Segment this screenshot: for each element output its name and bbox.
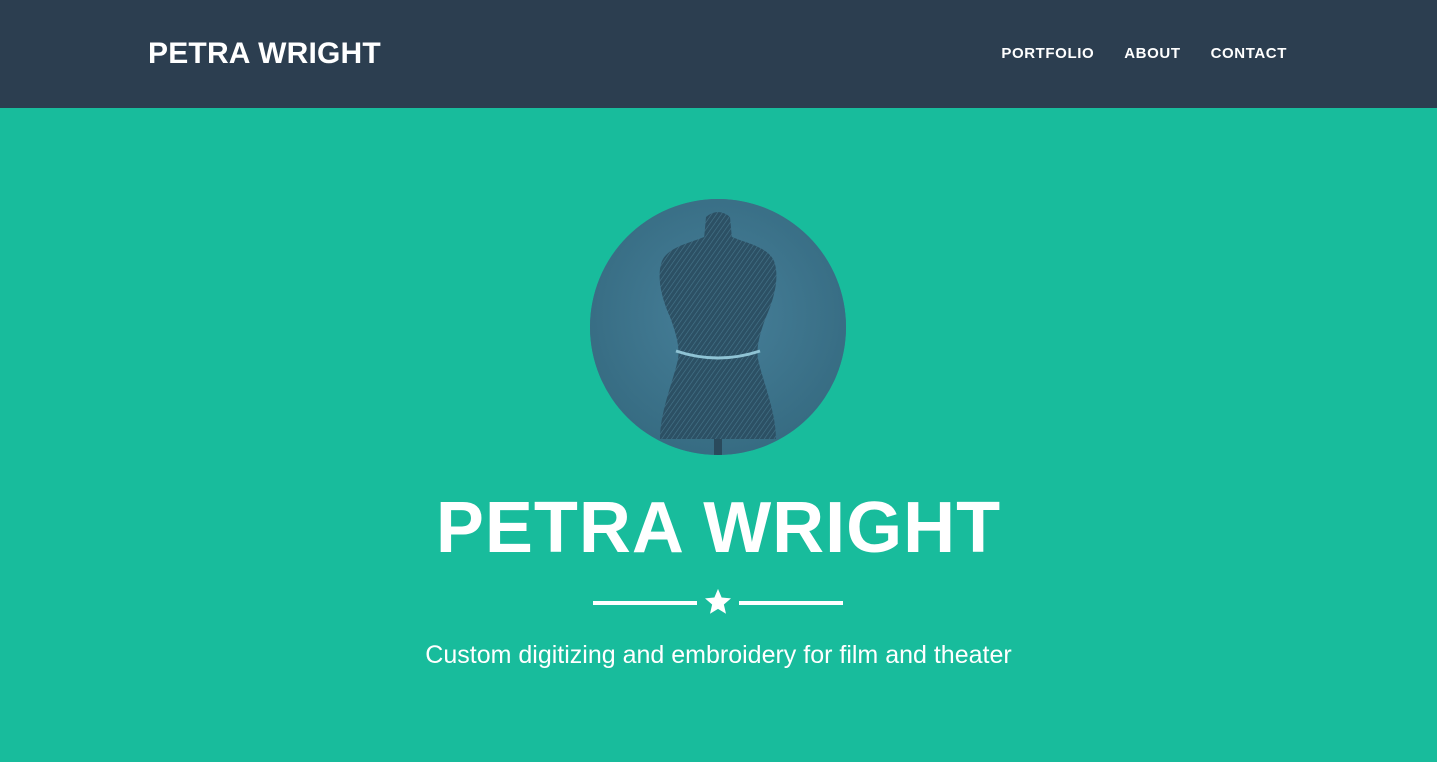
nav-link-portfolio[interactable]: PORTFOLIO [1001, 44, 1094, 64]
divider-line-left [593, 601, 697, 605]
hero-tagline: Custom digitizing and embroidery for fil… [425, 641, 1012, 669]
nav-link-contact[interactable]: CONTACT [1211, 44, 1287, 64]
star-divider [593, 585, 843, 619]
dress-form-icon [590, 199, 846, 455]
divider-line-right [739, 601, 843, 605]
hero-title: PETRA WRIGHT [435, 488, 1002, 568]
navbar: PETRA WRIGHT PORTFOLIO ABOUT CONTACT [0, 0, 1437, 108]
brand-link[interactable]: PETRA WRIGHT [148, 36, 381, 72]
profile-image [590, 199, 846, 455]
hero-section: PETRA WRIGHT Custom digitizing and embro… [0, 108, 1437, 762]
nav-menu: PORTFOLIO ABOUT CONTACT [971, 44, 1287, 64]
nav-link-about[interactable]: ABOUT [1124, 44, 1180, 64]
star-icon [705, 588, 731, 614]
